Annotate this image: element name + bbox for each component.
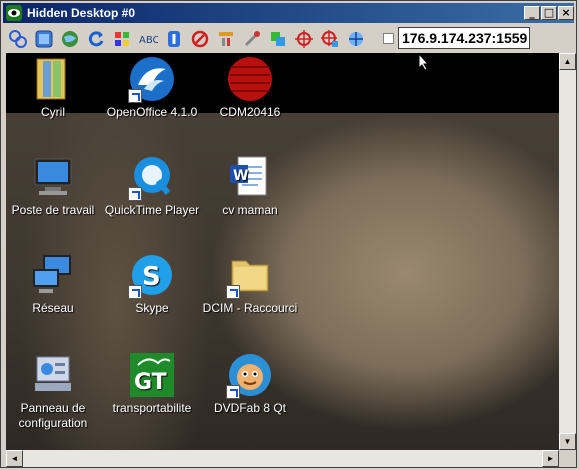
desktop-icon-quicktime[interactable]: QuickTime Player [102,153,202,218]
icon-label: OpenOffice 4.1.0 [106,105,198,119]
folder-shortcut-icon [226,251,274,299]
scroll-left-button[interactable]: ◄ [6,450,23,467]
refresh-icon[interactable] [85,28,107,50]
desktop-icon-transportabilite[interactable]: GT transportabilite [102,351,202,416]
desktop-icon-dcim[interactable]: DCIM - Raccourci [200,251,300,316]
scroll-down-button[interactable]: ▼ [559,433,576,450]
toolbar: ABC 176.9.174.237:1559 [3,25,574,53]
svg-text:W: W [233,168,248,184]
icon-label: Réseau [32,301,74,315]
wrench-icon[interactable] [241,28,263,50]
folder-icon [29,55,77,103]
desktop-icon-skype[interactable]: S Skype [102,251,202,316]
icon-label: Skype [135,301,169,315]
network-icon[interactable] [345,28,367,50]
network-computers-icon [29,251,77,299]
stop-icon[interactable] [189,28,211,50]
icon-label: transportabilite [112,401,192,415]
vertical-scrollbar[interactable]: ▲ ▼ [559,53,576,450]
desktop-icon-cyril[interactable]: Cyril [6,55,103,120]
dvdfab-icon [226,351,274,399]
skype-icon: S [128,251,176,299]
connect-icon[interactable] [7,28,29,50]
view-only-checkbox[interactable] [383,33,394,44]
desktop-icon-cdm[interactable]: CDM20416 [200,55,300,120]
info-icon[interactable] [163,28,185,50]
remote-desktop-window: Hidden Desktop #0 _ □ × ABC 176.9.174.23… [0,0,577,468]
app-eye-icon [6,5,22,21]
shortcut-arrow-icon [128,187,142,201]
scroll-up-button[interactable]: ▲ [559,53,576,70]
gt-icon: GT [128,351,176,399]
computer-icon [29,153,77,201]
window-title: Hidden Desktop #0 [27,6,136,20]
control-panel-icon [29,351,77,399]
shortcut-arrow-icon [128,89,142,103]
icon-label: Panneau de configuration [18,401,88,430]
scrollbar-corner [559,450,576,467]
title-bar[interactable]: Hidden Desktop #0 _ □ × [3,3,574,23]
svg-text:GT: GT [134,370,167,395]
minimize-button[interactable]: _ [524,6,540,20]
icon-label: Poste de travail [11,203,95,217]
address-field[interactable]: 176.9.174.237:1559 [398,27,530,49]
icon-label: DCIM - Raccourci [202,301,298,315]
desktop-icon-poste-de-travail[interactable]: Poste de travail [6,153,103,218]
windows-flag-icon[interactable] [111,28,133,50]
maximize-button[interactable]: □ [541,6,557,20]
desktop-icon-dvdfab[interactable]: DVDFab 8 Qt [200,351,300,416]
desktop-icon-openoffice[interactable]: OpenOffice 4.1.0 [102,55,202,120]
scroll-right-button[interactable]: ► [542,450,559,467]
desktop-icon-reseau[interactable]: Réseau [6,251,103,316]
icon-label: cv maman [222,203,278,217]
close-button[interactable]: × [558,6,574,20]
mouse-cursor-icon [418,53,430,71]
target-settings-icon[interactable] [319,28,341,50]
cdm-icon [226,55,274,103]
fullscreen-icon[interactable] [33,28,55,50]
remote-desktop-view[interactable]: Cyril OpenOffice 4.1.0 CDM20416 Poste de… [6,53,559,450]
word-doc-icon: W [226,153,274,201]
icon-label: Cyril [41,105,65,119]
text-abc-icon[interactable]: ABC [137,28,159,50]
globe-icon[interactable] [59,28,81,50]
desktop-icon-cv-maman[interactable]: W cv maman [200,153,300,218]
desktop-icon-panneau-de-configuration[interactable]: Panneau de configuration [6,351,103,431]
svg-text:ABC: ABC [139,35,158,46]
icon-label: QuickTime Player [104,203,200,217]
icon-label: DVDFab 8 Qt [213,401,287,415]
icon-label: CDM20416 [219,105,281,119]
shortcut-arrow-icon [128,285,142,299]
horizontal-scrollbar[interactable]: ◄ ► [6,450,559,467]
target-icon[interactable] [293,28,315,50]
tools-icon[interactable] [215,28,237,50]
openoffice-icon [128,55,176,103]
quicktime-icon [128,153,176,201]
transfer-icon[interactable] [267,28,289,50]
shortcut-arrow-icon [226,285,240,299]
svg-text:S: S [142,262,161,292]
shortcut-arrow-icon [226,385,240,399]
